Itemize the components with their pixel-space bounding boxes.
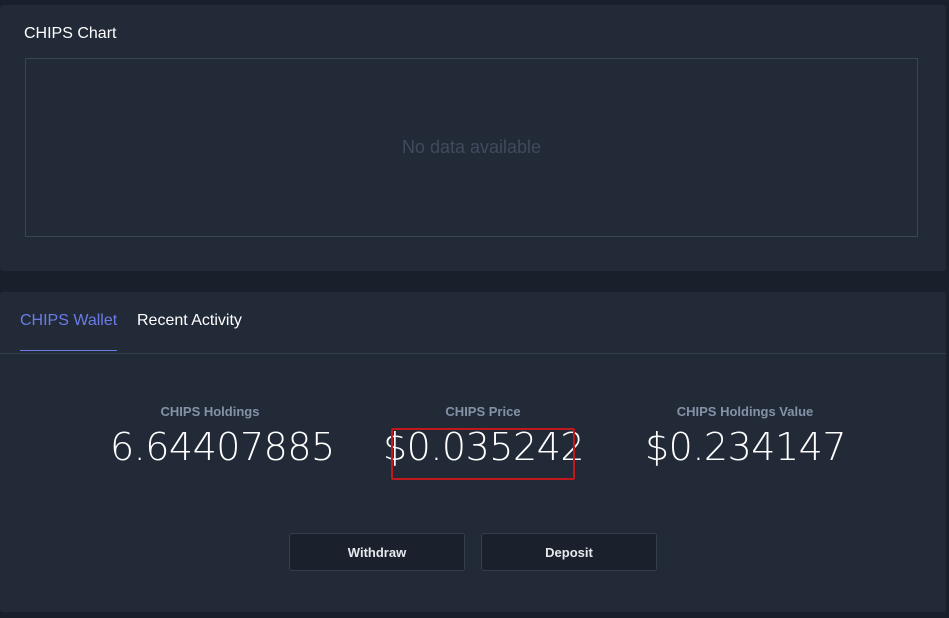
holdings-value-label: CHIPS Holdings Value [676, 404, 814, 419]
holdings-value-amount: $0.234147 [645, 425, 847, 469]
price-stat: CHIPS Price $0.035242 [383, 404, 585, 469]
wallet-tabs: CHIPS Wallet Recent Activity [0, 292, 946, 354]
no-data-message: No data available [401, 137, 542, 157]
chart-title: CHIPS Chart [24, 25, 117, 42]
deposit-button[interactable]: Deposit [481, 533, 657, 571]
holdings-value-stat: CHIPS Holdings Value $0.234147 [645, 404, 847, 469]
holdings-label: CHIPS Holdings [160, 404, 260, 419]
wallet-panel: CHIPS Wallet Recent Activity CHIPS Holdi… [0, 292, 946, 612]
price-value: $0.035242 [383, 425, 585, 469]
price-label: CHIPS Price [445, 404, 521, 419]
holdings-stat: CHIPS Holdings 6.64407885 [110, 404, 335, 469]
chart-area: No data available [25, 58, 918, 237]
chips-chart-panel: CHIPS Chart No data available [0, 5, 946, 271]
withdraw-button[interactable]: Withdraw [289, 533, 465, 571]
tab-recent-activity[interactable]: Recent Activity [137, 312, 242, 350]
tab-chips-wallet[interactable]: CHIPS Wallet [20, 312, 118, 351]
holdings-value: 6.64407885 [110, 425, 335, 469]
